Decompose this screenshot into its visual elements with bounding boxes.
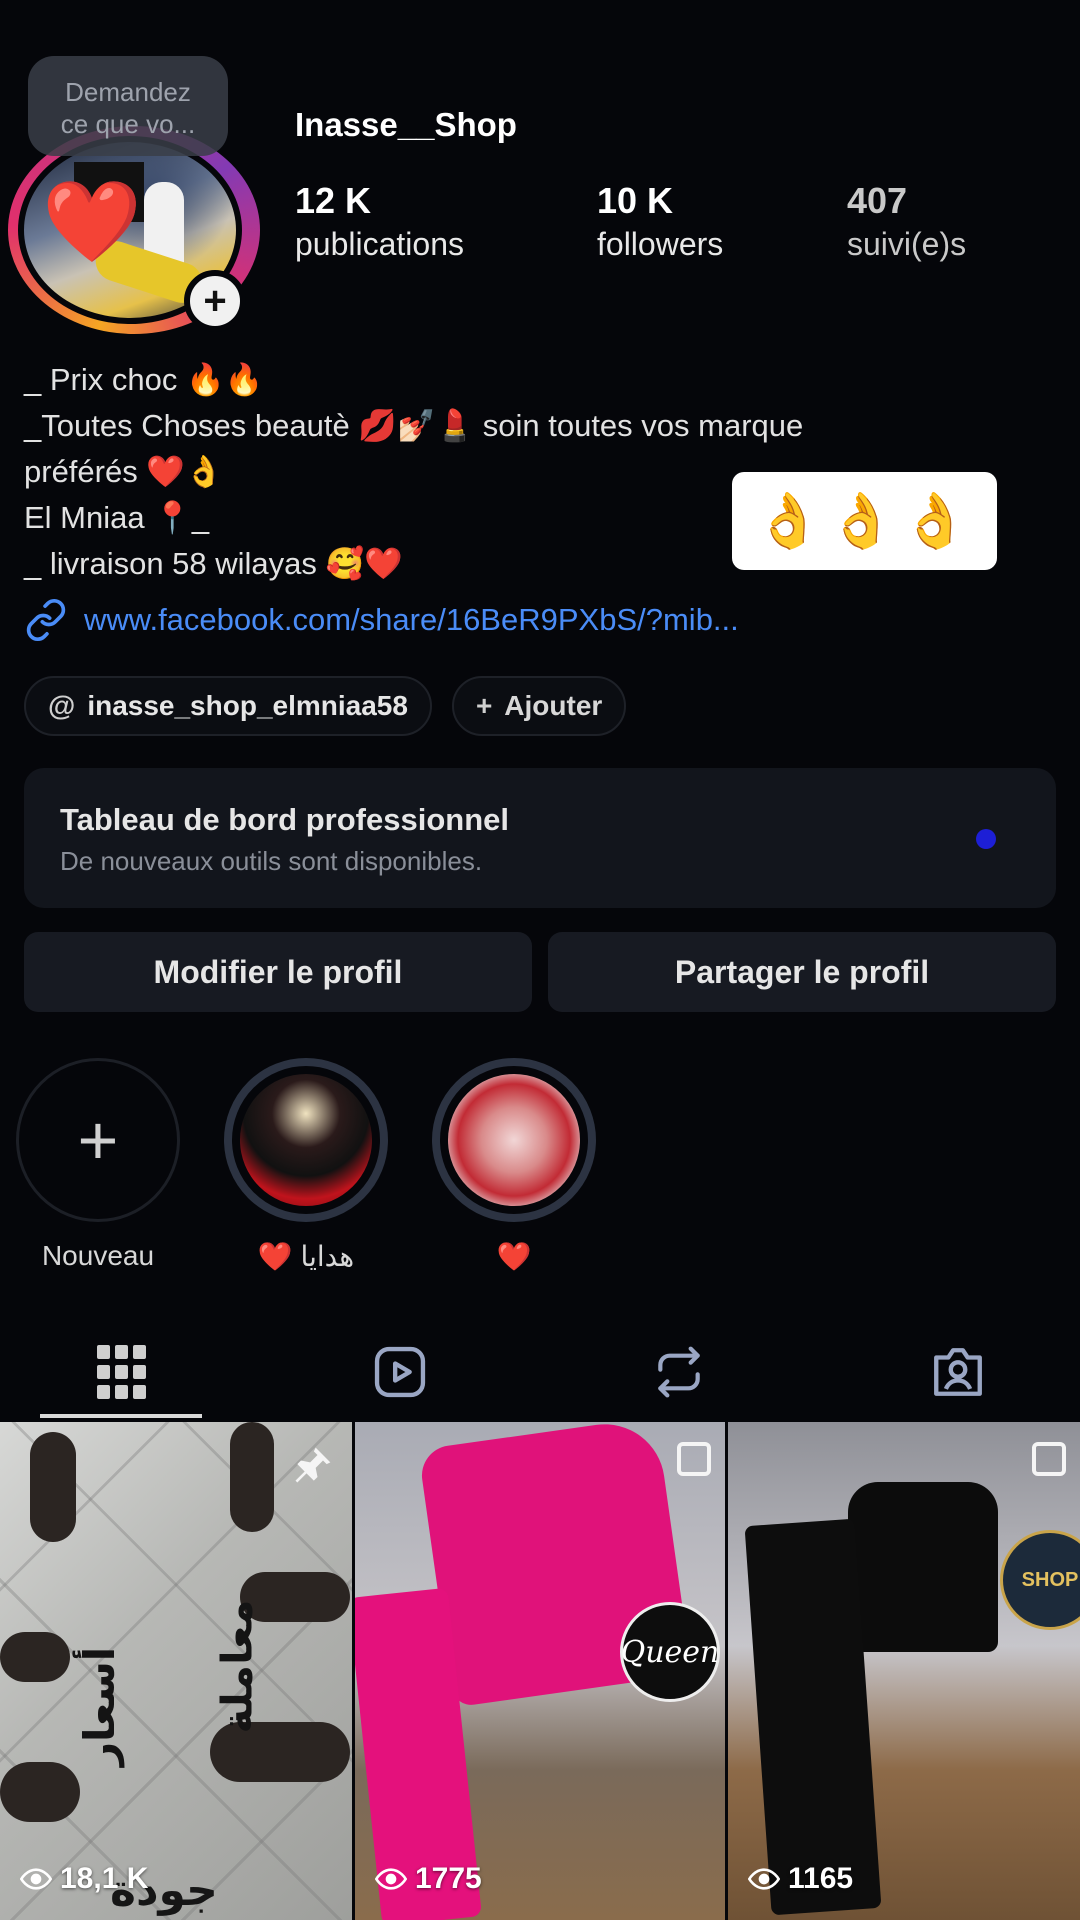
plus-icon: + [475, 690, 493, 721]
link-icon [26, 598, 66, 642]
top-shape [848, 1482, 998, 1652]
following-count: 407 [847, 180, 908, 221]
highlight-cover [224, 1058, 388, 1222]
stat-posts[interactable]: 12 K publications [295, 180, 464, 263]
view-count: 18,1 K [20, 1862, 148, 1896]
ask-tooltip[interactable]: Demandez ce que vo... [28, 56, 228, 156]
threads-icon: @ [48, 690, 76, 721]
carousel-icon [1032, 1442, 1066, 1476]
view-count: 1165 [748, 1862, 853, 1896]
hand-shape [0, 1632, 70, 1682]
highlight-label: Nouveau [41, 1240, 155, 1271]
following-label: suivi(e)s [847, 226, 967, 262]
dashboard-title: Tableau de bord professionnel [60, 802, 509, 837]
add-label: Ajouter [504, 690, 603, 721]
post-text: أسعار [76, 1646, 124, 1767]
grid-post[interactable]: معاملة أسعار جودة 18,1 K [0, 1422, 352, 1920]
brand-badge: Queen [620, 1602, 720, 1702]
hand-shape [230, 1422, 274, 1532]
highlight-image [448, 1074, 580, 1206]
stat-followers[interactable]: 10 K followers [597, 180, 723, 263]
reels-icon [374, 1346, 426, 1398]
highlight-label: ❤️ [496, 1241, 532, 1272]
tagged-icon [934, 1348, 982, 1396]
edit-profile-button[interactable]: Modifier le profil [24, 932, 532, 1012]
view-count: 1775 [375, 1862, 482, 1896]
post-text: معاملة [213, 1599, 261, 1734]
threads-handle: inasse_shop_elmniaa58 [87, 690, 408, 721]
profile-tabs [0, 1326, 1080, 1418]
dashboard-subtitle: De nouveaux outils sont disponibles. [60, 846, 483, 876]
threads-chip[interactable]: @ inasse_shop_elmniaa58 [24, 676, 432, 736]
grid-post[interactable]: Queen 1775 [355, 1422, 725, 1920]
stat-following[interactable]: 407 suivi(e)s [847, 180, 966, 263]
hand-shape [30, 1432, 76, 1542]
highlight-label: ❤️ هدايا [257, 1241, 355, 1272]
posts-label: publications [295, 226, 464, 262]
highlight-new[interactable]: + Nouveau [16, 1058, 180, 1272]
tab-reposts[interactable] [619, 1326, 739, 1418]
profile-chips: @ inasse_shop_elmniaa58 + Ajouter [24, 676, 646, 736]
followers-count: 10 K [597, 180, 674, 221]
eye-icon [20, 1868, 52, 1890]
tab-selected-indicator [40, 1414, 202, 1418]
heart-icon: ❤️ [42, 177, 142, 266]
link-text[interactable]: www.facebook.com/share/16BeR9PXbS/?mib..… [84, 602, 739, 638]
bio-line: _ Prix choc 🔥🔥 [24, 362, 264, 397]
reposts-icon [658, 1346, 700, 1398]
view-count-value: 1165 [788, 1862, 854, 1895]
highlight-heart[interactable]: ❤️ [432, 1058, 596, 1273]
highlight-cover [432, 1058, 596, 1222]
tab-tagged[interactable] [898, 1326, 1018, 1418]
highlight-gifts[interactable]: ❤️ هدايا [224, 1058, 388, 1273]
hand-shape [0, 1762, 80, 1822]
professional-dashboard-card[interactable]: Tableau de bord professionnel De nouveau… [24, 768, 1056, 908]
eye-icon [748, 1868, 780, 1890]
pin-icon [295, 1447, 331, 1483]
notification-dot-icon [976, 829, 996, 849]
ask-tooltip-line-2: ce que vo... [60, 109, 196, 139]
highlight-image [240, 1074, 372, 1206]
emoji-sticker: 👌👌👌 [732, 472, 997, 570]
add-story-button[interactable]: + [184, 270, 246, 332]
brand-badge: SHOP [1000, 1530, 1080, 1630]
ask-tooltip-line-1: Demandez [65, 77, 191, 107]
carousel-icon [677, 1442, 711, 1476]
eye-icon [375, 1868, 407, 1890]
profile-avatar[interactable]: ❤️ + [4, 126, 260, 334]
view-count-value: 1775 [415, 1862, 482, 1895]
grid-icon [97, 1345, 146, 1399]
bio-line: _Toutes Choses beautè 💋💅🏻💄 soin toutes v… [24, 408, 804, 443]
share-profile-button[interactable]: Partager le profil [548, 932, 1056, 1012]
bio-link[interactable]: www.facebook.com/share/16BeR9PXbS/?mib..… [24, 598, 739, 642]
add-chip[interactable]: + Ajouter [451, 676, 627, 736]
tab-grid[interactable] [62, 1326, 182, 1418]
tab-reels[interactable] [340, 1326, 460, 1418]
grid-post[interactable]: SHOP 1165 [728, 1422, 1080, 1920]
plus-icon: + [16, 1058, 180, 1222]
view-count-value: 18,1 K [60, 1862, 149, 1895]
followers-label: followers [597, 226, 724, 262]
profile-username: Inasse__Shop [295, 106, 517, 143]
posts-count: 12 K [295, 180, 372, 221]
